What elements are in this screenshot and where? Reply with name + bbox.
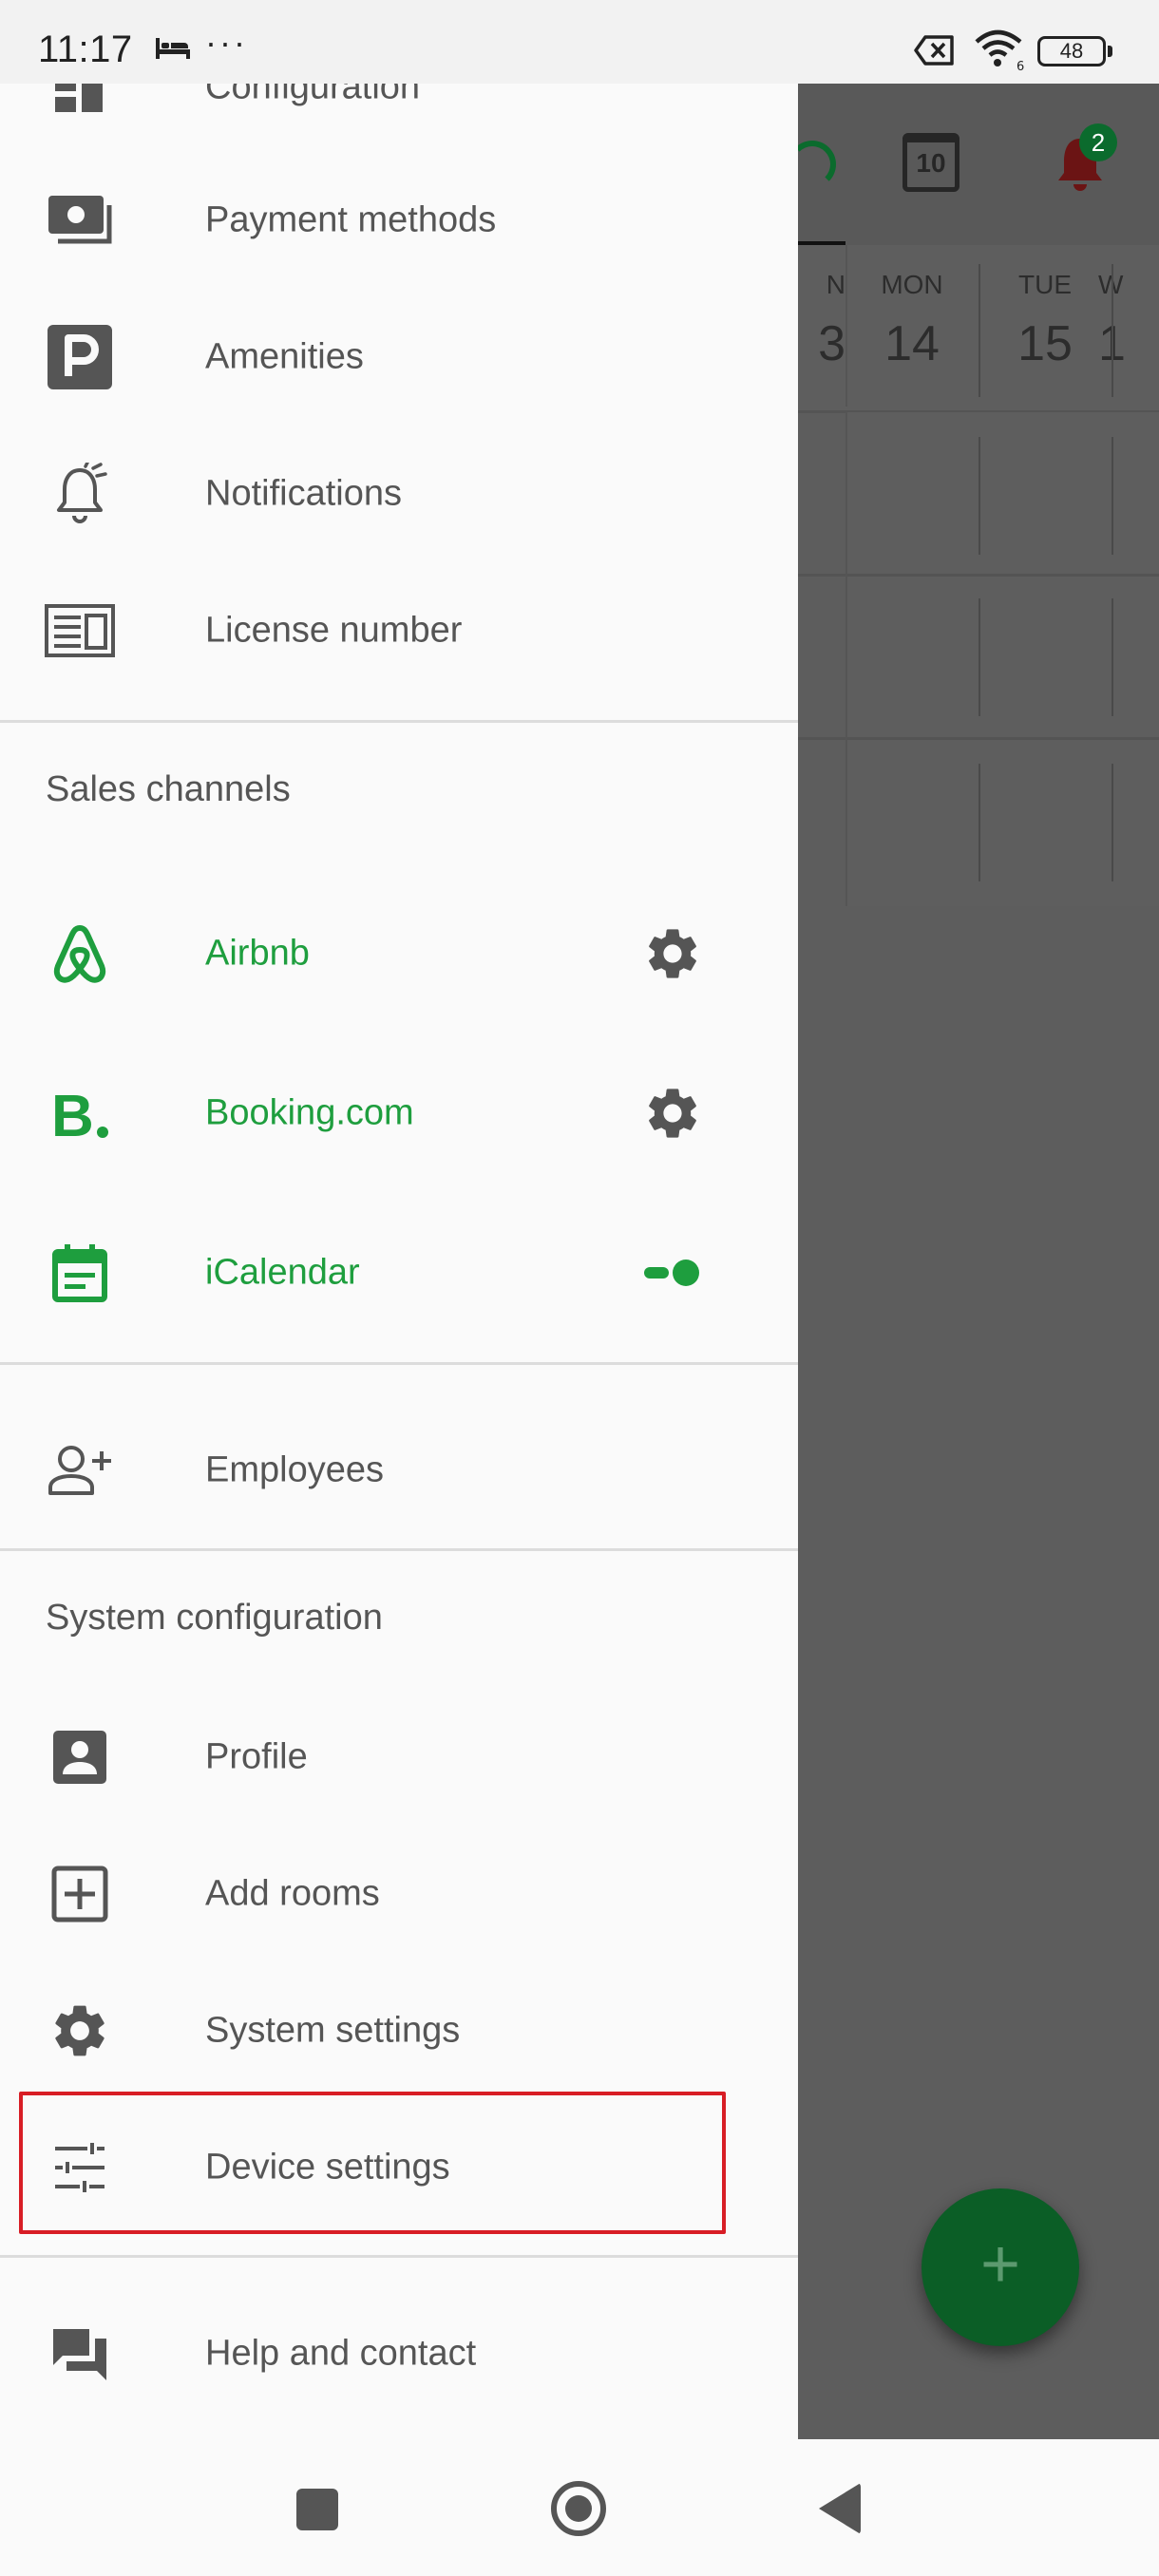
calendar-grid	[798, 412, 1159, 906]
drawer-divider	[0, 720, 798, 723]
drawer-item-airbnb[interactable]: Airbnb	[0, 874, 798, 1033]
status-more-dots: ···	[205, 23, 248, 62]
drawer-item-label: Profile	[205, 1736, 308, 1777]
drawer-item-label: License number	[205, 610, 463, 651]
add-box-icon	[44, 1858, 116, 1930]
forum-icon	[44, 2318, 116, 2390]
drawer-item-add-rooms[interactable]: Add rooms	[0, 1826, 798, 1962]
person-add-icon	[44, 1434, 116, 1506]
toggle-icon	[644, 1260, 699, 1286]
day-column: TUE 15	[1017, 270, 1073, 371]
drawer-divider	[0, 2255, 798, 2258]
drawer-divider	[0, 1362, 798, 1365]
day-column: W 1	[1098, 270, 1126, 371]
drawer-item-notifications[interactable]: Notifications	[0, 426, 798, 562]
drawer-item-label: Booking.com	[205, 1092, 414, 1133]
drawer-item-label: Payment methods	[205, 199, 497, 240]
highlight-box	[19, 2092, 726, 2234]
drawer-item-help-and-contact[interactable]: Help and contact	[0, 2285, 798, 2422]
drawer-item-label: Airbnb	[205, 933, 310, 974]
icalendar-toggle[interactable]	[636, 1237, 709, 1309]
add-fab-button: +	[922, 2188, 1079, 2346]
drawer-item-amenities[interactable]: Amenities	[0, 289, 798, 426]
gear-icon	[44, 1995, 116, 2067]
section-title-sales-channels: Sales channels	[46, 769, 291, 809]
background-calendar-app: 10 2 N 3 MON 14 TUE 15 W 1	[788, 84, 1159, 2439]
dashboard-icon	[44, 84, 116, 123]
newspaper-icon	[44, 595, 116, 667]
bed-icon	[156, 38, 190, 59]
drawer-item-label: Add rooms	[205, 1873, 380, 1914]
drawer-item-license-number[interactable]: License number	[0, 562, 798, 699]
gear-icon	[649, 1089, 696, 1138]
airbnb-icon	[44, 918, 116, 990]
home-button[interactable]	[551, 2481, 606, 2536]
drawer-item-profile[interactable]: Profile	[0, 1689, 798, 1826]
svg-text:B: B	[51, 1085, 94, 1142]
drawer-item-label: System settings	[205, 2010, 461, 2051]
airbnb-settings-button[interactable]	[636, 918, 709, 990]
booking-icon: B	[44, 1077, 116, 1149]
drawer-item-label: Notifications	[205, 473, 402, 514]
bell-outline-icon	[44, 458, 116, 530]
recent-apps-button[interactable]	[296, 2489, 338, 2530]
drawer-item-configuration[interactable]: Configuration	[0, 84, 798, 156]
battery-indicator: 48	[1037, 36, 1112, 66]
status-time: 11:17	[38, 28, 133, 70]
drawer-item-booking-com[interactable]: B Booking.com	[0, 1033, 798, 1193]
drawer-item-label: Configuration	[205, 84, 421, 107]
gear-icon	[649, 929, 696, 978]
day-header-row: N 3 MON 14 TUE 15 W 1	[798, 245, 1159, 410]
back-button[interactable]	[819, 2483, 861, 2534]
drawer-item-label: Amenities	[205, 336, 364, 377]
no-sim-icon	[914, 35, 954, 66]
drawer-item-payment-methods[interactable]: Payment methods	[0, 152, 798, 289]
navigation-drawer: Configuration Payment methods Amenities	[0, 84, 798, 2439]
event-note-icon	[44, 1237, 116, 1309]
drawer-item-label: iCalendar	[205, 1252, 360, 1293]
calendar-icon: 10	[902, 133, 960, 192]
account-box-icon	[44, 1721, 116, 1793]
background-toolbar: 10 2	[788, 84, 1159, 249]
drawer-item-label: Employees	[205, 1449, 384, 1490]
drawer-item-label: Help and contact	[205, 2333, 477, 2374]
drawer-divider	[0, 1548, 798, 1551]
drawer-item-icalendar[interactable]: iCalendar	[0, 1193, 798, 1353]
drawer-item-employees[interactable]: Employees	[0, 1402, 798, 1539]
parking-icon	[44, 321, 116, 393]
day-column: MON 14	[881, 270, 943, 371]
system-navigation-bar	[0, 2439, 1159, 2576]
booking-settings-button[interactable]	[636, 1077, 709, 1149]
section-title-system-configuration: System configuration	[46, 1598, 383, 1638]
wifi-icon: 6	[975, 29, 1024, 72]
status-bar: 11:17 ··· 6 48	[0, 0, 1159, 84]
svg-text:6: 6	[1016, 60, 1024, 72]
notification-badge: 2	[1079, 123, 1117, 161]
drawer-item-system-settings[interactable]: System settings	[0, 1962, 798, 2099]
payments-icon	[44, 184, 116, 256]
